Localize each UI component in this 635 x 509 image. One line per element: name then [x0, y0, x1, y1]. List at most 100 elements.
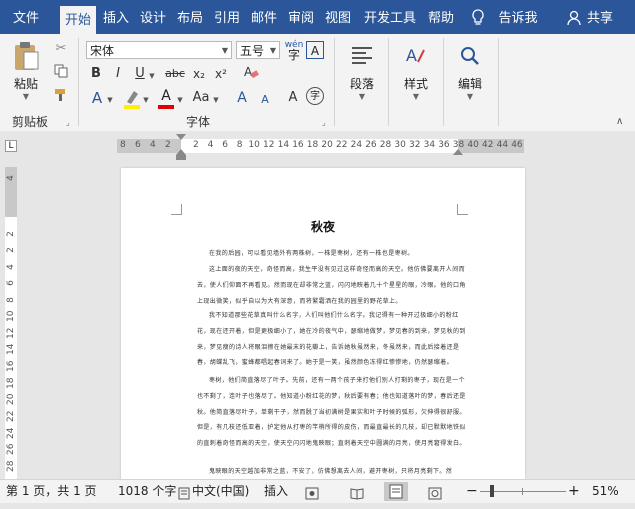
page-count[interactable]: 第 1 页，共 1 页	[6, 480, 97, 503]
ruler-tick: 18	[306, 140, 319, 150]
grow-font-button[interactable]: A	[234, 89, 250, 107]
format-painter-icon[interactable]	[52, 88, 70, 108]
shrink-font-button[interactable]: A	[258, 91, 272, 109]
ruler-tick: 10	[6, 310, 16, 322]
ruler-tick: 14	[277, 140, 290, 150]
lightbulb-icon	[470, 9, 486, 27]
text-effects-button[interactable]: A	[88, 89, 106, 107]
ribbon: 粘贴 ▼ ✂ 剪贴板 ⌟ 宋体 ▼ 五号 ▼ wén 字 A B I U ▼ a…	[0, 34, 635, 132]
paragraph-label: 段落	[349, 77, 374, 91]
horizontal-ruler[interactable]: L 8 6 4 2 2 4 6 8 10 12 14 16 18 20 22 24 26 28 30 32 34…	[0, 131, 635, 161]
tab-home[interactable]: 开始	[60, 6, 96, 34]
first-line-indent-marker[interactable]	[176, 134, 186, 140]
font-name-select[interactable]: 宋体 ▼	[86, 41, 232, 59]
document-title[interactable]: 秋夜	[121, 218, 525, 235]
proofing-icon[interactable]	[178, 485, 192, 500]
status-bar: 第 1 页，共 1 页 1018 个字 中文(中国) 插入 − + 51%	[0, 479, 635, 503]
ruler-tick: 2	[165, 140, 171, 150]
tell-me-search[interactable]: 告诉我	[494, 0, 542, 34]
superscript-button[interactable]: x²	[212, 65, 230, 83]
tab-selector-icon[interactable]: L	[5, 140, 17, 152]
char-border-button[interactable]: A	[306, 41, 324, 59]
tab-design[interactable]: 设计	[137, 0, 169, 34]
share-button[interactable]: 共享	[584, 0, 616, 34]
document-paragraph[interactable]: 鬼䀹眼的天空越加非常之蓝，不安了，仿佛想离去人间，避开枣树，只将月亮剩下。然	[197, 464, 469, 479]
chevron-down-icon: ▼	[107, 96, 113, 104]
bold-button[interactable]: B	[88, 65, 104, 83]
ruler-tick: 4	[6, 175, 16, 181]
document-paragraph[interactable]: 这上面的夜的天空，奇怪而高，我生平没有见过这样奇怪而高的天空。他仿佛要离开人间而…	[197, 262, 469, 309]
copy-icon[interactable]	[52, 64, 70, 84]
launcher-icon[interactable]: ⌟	[322, 118, 326, 127]
clear-formatting-icon[interactable]: A	[242, 64, 260, 86]
ruler-tick: 4	[6, 264, 16, 270]
ruler-tick: 36	[438, 140, 450, 150]
tab-layout[interactable]: 布局	[174, 0, 206, 34]
web-layout-icon[interactable]	[428, 485, 442, 500]
left-indent-marker[interactable]	[176, 155, 186, 160]
right-indent-marker[interactable]	[453, 149, 463, 155]
char-shading-button[interactable]: A	[284, 89, 302, 107]
tab-developer[interactable]: 开发工具	[360, 0, 420, 34]
font-size-select[interactable]: 五号 ▼	[236, 41, 280, 59]
tab-file[interactable]: 文件	[6, 0, 46, 34]
document-paragraph[interactable]: 枣树，他们简直落尽了叶子。先前，还有一两个孩子来打他们别人打剩的枣子，现在是一个…	[197, 373, 469, 452]
underline-button[interactable]: U	[132, 65, 148, 83]
ruler-tick: 4	[207, 140, 214, 150]
italic-button[interactable]: I	[110, 65, 126, 83]
zoom-out-button[interactable]: −	[466, 480, 478, 503]
ruler-tick: 24	[350, 140, 363, 150]
change-case-button[interactable]: Aa	[190, 89, 212, 107]
chevron-down-icon: ▼	[269, 46, 276, 55]
ruler-margin-left	[117, 139, 181, 153]
collapse-ribbon-icon[interactable]: ∧	[616, 116, 623, 127]
styles-button[interactable]: A 样式 ▼	[398, 40, 434, 101]
tab-help[interactable]: 帮助	[425, 0, 457, 34]
ruler-tick: 28	[6, 460, 16, 472]
font-size-value: 五号	[240, 44, 265, 58]
ruler-tick: 6	[6, 280, 16, 286]
ruler-tick: 42	[482, 140, 494, 150]
vertical-ruler[interactable]: 4 2 2 4 6 8 10 12 14 16 18 20 22 24 26 28	[0, 161, 22, 479]
tab-review[interactable]: 审阅	[285, 0, 317, 34]
enclose-char-button[interactable]: 字	[306, 87, 324, 105]
strikethrough-button[interactable]: abc	[164, 65, 186, 83]
insert-mode[interactable]: 插入	[264, 480, 288, 503]
editing-label: 编辑	[457, 77, 482, 91]
chevron-down-icon: ▼	[213, 96, 219, 104]
subscript-button[interactable]: x₂	[190, 65, 208, 83]
paste-button[interactable]: 粘贴 ▼	[6, 40, 46, 101]
read-mode-icon[interactable]	[350, 485, 364, 500]
margin-corner-mark	[171, 204, 182, 215]
ruler-tick: 20	[321, 140, 333, 150]
cut-icon[interactable]: ✂	[52, 40, 70, 58]
document-paragraph[interactable]: 我不知道那些花草真叫什么名字，人们叫他们什么名字。我记得有一种开过极细小的粉红花…	[197, 308, 469, 371]
word-count[interactable]: 1018 个字	[118, 480, 176, 503]
zoom-level[interactable]: 51%	[592, 480, 619, 503]
divider	[498, 38, 499, 126]
search-icon	[454, 40, 486, 72]
font-color-button[interactable]: A	[156, 88, 176, 110]
tab-insert[interactable]: 插入	[100, 0, 132, 34]
print-layout-button[interactable]	[384, 482, 408, 501]
ruler-tick: 30	[394, 140, 406, 150]
ruler-tick: 46	[511, 140, 523, 150]
tab-references[interactable]: 引用	[211, 0, 243, 34]
paragraph-button[interactable]: 段落 ▼	[344, 40, 380, 101]
phonetic-guide-button[interactable]: wén 字	[284, 40, 304, 61]
chevron-down-icon: ▼	[177, 96, 183, 104]
highlight-icon[interactable]	[122, 88, 142, 110]
divider	[334, 38, 335, 126]
editing-button[interactable]: 编辑 ▼	[452, 40, 488, 101]
chevron-down-icon: ▼	[22, 92, 30, 101]
zoom-in-button[interactable]: +	[568, 480, 580, 503]
macro-record-icon[interactable]	[305, 485, 319, 500]
zoom-center-mark	[522, 488, 523, 495]
document-paragraph[interactable]: 在我的后园，可以看见墙外有两株树，一株是枣树，还有一株也是枣树。	[197, 246, 469, 262]
tab-mailings[interactable]: 邮件	[248, 0, 280, 34]
document-page[interactable]: 秋夜 在我的后园，可以看见墙外有两株树，一株是枣树，还有一株也是枣树。 这上面的…	[121, 168, 525, 479]
language-indicator[interactable]: 中文(中国)	[192, 480, 249, 503]
launcher-icon[interactable]: ⌟	[66, 118, 70, 127]
zoom-slider-thumb[interactable]	[490, 485, 494, 497]
tab-view[interactable]: 视图	[322, 0, 354, 34]
